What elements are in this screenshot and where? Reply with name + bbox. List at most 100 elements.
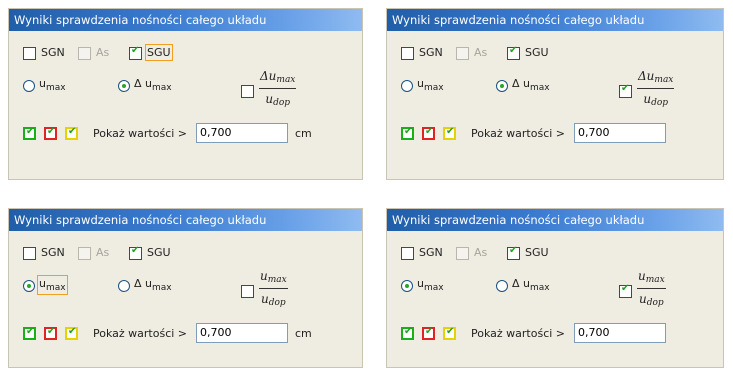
displacement-mode-row: umaxΔ umaxΔumaxudop bbox=[23, 69, 358, 115]
red-filter-checkbox[interactable] bbox=[422, 326, 435, 340]
green-filter-checkbox[interactable] bbox=[401, 326, 414, 340]
ratio-denominator-symbol: u bbox=[639, 292, 647, 306]
ratio-fraction: umax udop bbox=[637, 269, 666, 310]
delta-u-subscript: max bbox=[152, 83, 172, 93]
red-filter-checkbox[interactable] bbox=[422, 126, 435, 140]
sgu-checkbox[interactable] bbox=[129, 45, 142, 60]
threshold-input[interactable]: 0,700 bbox=[196, 123, 288, 143]
delta-u-symbol: Δ u bbox=[134, 277, 152, 290]
displacement-mode-row: umaxΔ umaxΔumaxudop bbox=[401, 69, 719, 115]
ratio-checkbox[interactable] bbox=[619, 83, 632, 98]
result-panel-bottom-right: Wyniki sprawdzenia nośności całego układ… bbox=[386, 208, 724, 368]
sgu-label: SGU bbox=[525, 246, 549, 259]
delta-u-max-radio[interactable] bbox=[496, 280, 508, 292]
sgn-checkbox[interactable] bbox=[23, 47, 36, 60]
result-panel-bottom-left: Wyniki sprawdzenia nośności całego układ… bbox=[8, 208, 363, 368]
u-max-symbol: u bbox=[417, 277, 424, 290]
ratio-denominator-symbol: u bbox=[643, 92, 652, 106]
green-filter-checkbox[interactable] bbox=[23, 326, 36, 340]
sgn-label: SGN bbox=[419, 246, 443, 259]
displacement-mode-row: umaxΔ umaxumaxudop bbox=[401, 269, 719, 315]
sgn-label: SGN bbox=[41, 246, 65, 259]
u-max-symbol: u bbox=[417, 77, 424, 90]
u-max-subscript: max bbox=[45, 83, 66, 93]
ratio-checkbox[interactable] bbox=[241, 85, 254, 98]
ratio-numerator-symbol: Δu bbox=[260, 69, 277, 83]
u-max-symbol: u bbox=[39, 277, 46, 290]
red-filter-checkbox[interactable] bbox=[44, 326, 57, 340]
yellow-filter-checkbox[interactable] bbox=[443, 126, 456, 140]
red-filter-checkbox[interactable] bbox=[44, 126, 57, 140]
unit-label: cm bbox=[295, 327, 312, 340]
sgn-label: SGN bbox=[419, 46, 443, 59]
u-max-subscript: max bbox=[45, 283, 66, 293]
yellow-filter-checkbox[interactable] bbox=[65, 126, 78, 140]
ratio-numerator-subscript: max bbox=[654, 75, 674, 85]
green-filter-checkbox[interactable] bbox=[23, 126, 36, 140]
ratio-fraction: Δumax udop bbox=[637, 69, 675, 110]
ratio-fraction: umax udop bbox=[259, 269, 288, 310]
green-filter-checkbox[interactable] bbox=[401, 126, 414, 140]
u-max-symbol: u bbox=[39, 77, 46, 90]
threshold-row: Pokaż wartości > 0,700 bbox=[401, 323, 719, 345]
threshold-input[interactable]: 0,700 bbox=[196, 323, 288, 343]
delta-u-symbol: Δ u bbox=[512, 77, 530, 90]
ratio-checkbox[interactable] bbox=[619, 283, 632, 298]
delta-u-max-label: Δ umax bbox=[134, 77, 172, 93]
as-checkbox[interactable] bbox=[456, 247, 469, 260]
delta-u-max-label: Δ umax bbox=[134, 277, 172, 293]
ratio-denominator-subscript: dop bbox=[651, 98, 669, 108]
u-max-label: umax bbox=[39, 77, 66, 93]
ratio-denominator-subscript: dop bbox=[273, 98, 291, 108]
delta-u-subscript: max bbox=[530, 283, 550, 293]
sgn-checkbox[interactable] bbox=[401, 47, 414, 60]
layer-checkbox-row: SGN As SGU bbox=[401, 243, 719, 265]
ratio-checkbox[interactable] bbox=[241, 285, 254, 298]
threshold-row: Pokaż wartości > 0,700 cm bbox=[23, 123, 358, 145]
panel-title: Wyniki sprawdzenia nośności całego układ… bbox=[9, 209, 362, 231]
sgu-checkbox[interactable] bbox=[507, 45, 520, 60]
as-checkbox[interactable] bbox=[78, 47, 91, 60]
result-panel-top-right: Wyniki sprawdzenia nośności całego układ… bbox=[386, 8, 724, 180]
unit-label: cm bbox=[295, 127, 312, 140]
as-label: As bbox=[474, 246, 488, 259]
delta-u-subscript: max bbox=[152, 283, 172, 293]
show-values-label: Pokaż wartości > bbox=[471, 127, 566, 140]
threshold-row: Pokaż wartości > 0,700 cm bbox=[23, 323, 358, 345]
sgu-checkbox[interactable] bbox=[129, 245, 142, 260]
layer-checkbox-row: SGN As SGU bbox=[401, 43, 719, 65]
ratio-denominator-symbol: u bbox=[265, 92, 274, 106]
yellow-filter-checkbox[interactable] bbox=[65, 326, 78, 340]
u-max-label: umax bbox=[417, 77, 444, 93]
delta-u-subscript: max bbox=[530, 83, 550, 93]
delta-u-max-radio[interactable] bbox=[496, 80, 508, 92]
show-values-label: Pokaż wartości > bbox=[93, 127, 188, 140]
ratio-numerator: Δumax bbox=[259, 69, 297, 89]
sgu-checkbox[interactable] bbox=[507, 245, 520, 260]
as-label: As bbox=[96, 246, 110, 259]
ratio-denominator: udop bbox=[259, 289, 288, 310]
ratio-denominator-symbol: u bbox=[261, 292, 269, 306]
u-max-radio[interactable] bbox=[401, 280, 413, 292]
delta-u-symbol: Δ u bbox=[134, 77, 152, 90]
ratio-denominator: udop bbox=[637, 89, 674, 110]
u-max-label: umax bbox=[417, 277, 444, 293]
delta-u-max-radio[interactable] bbox=[118, 80, 130, 92]
sgn-checkbox[interactable] bbox=[401, 247, 414, 260]
u-max-subscript: max bbox=[423, 83, 444, 93]
threshold-input[interactable]: 0,700 bbox=[574, 323, 666, 343]
yellow-filter-checkbox[interactable] bbox=[443, 326, 456, 340]
u-max-radio[interactable] bbox=[401, 80, 413, 92]
panel-content: SGNAsSGUumaxΔ umaxumaxudopPokaż wartości… bbox=[387, 231, 723, 367]
as-checkbox[interactable] bbox=[78, 247, 91, 260]
ratio-denominator-subscript: dop bbox=[646, 298, 664, 308]
as-checkbox[interactable] bbox=[456, 47, 469, 60]
as-label: As bbox=[474, 46, 488, 59]
sgn-checkbox[interactable] bbox=[23, 247, 36, 260]
threshold-row: Pokaż wartości > 0,700 bbox=[401, 123, 719, 145]
u-max-radio[interactable] bbox=[23, 280, 35, 292]
ratio-numerator: Δumax bbox=[637, 69, 675, 89]
threshold-input[interactable]: 0,700 bbox=[574, 123, 666, 143]
delta-u-max-radio[interactable] bbox=[118, 280, 130, 292]
u-max-radio[interactable] bbox=[23, 80, 35, 92]
